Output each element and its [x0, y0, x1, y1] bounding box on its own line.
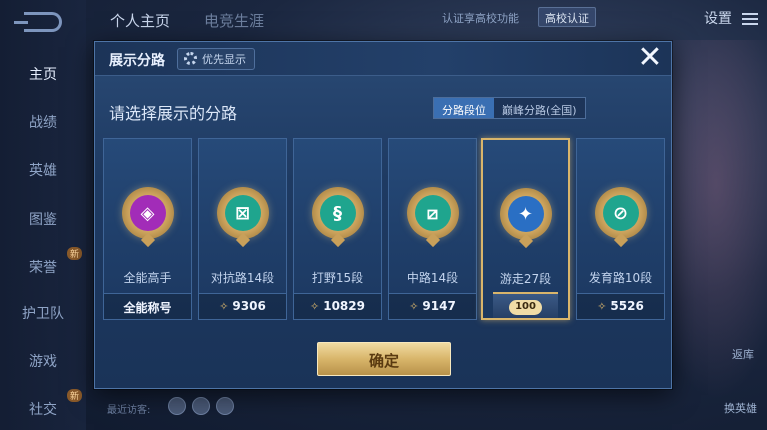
avatar[interactable] [168, 397, 186, 415]
nav-item-stats[interactable]: 战绩 [0, 112, 86, 132]
side-label-return[interactable]: 返库 [732, 346, 754, 362]
lane-footer: ✧ 10829 [294, 293, 381, 319]
points-icon: ✧ [409, 300, 419, 313]
lane-card[interactable]: § 打野15段 ✧ 10829 [293, 138, 382, 320]
lane-label: 中路14段 [406, 271, 459, 285]
slash-square-icon: ⧄ [414, 195, 451, 231]
new-badge: 新 [66, 247, 82, 260]
lane-points: 10829 [323, 299, 365, 313]
dialog-header: 展示分路 优先显示 ✕ [95, 42, 671, 76]
nav-item-social[interactable]: 社交 新 [0, 389, 86, 419]
tab-profile[interactable]: 个人主页 [110, 10, 170, 31]
lane-label: 发育路10段 [588, 271, 653, 285]
lane-points: 9306 [232, 299, 266, 313]
top-bar: 个人主页 电竞生涯 认证享高校功能 高校认证 [86, 0, 767, 34]
priority-display-label: 优先显示 [202, 53, 246, 66]
avatar[interactable] [192, 397, 210, 415]
left-navigation: 主页 战绩 英雄 图鉴 荣誉 新 护卫队 游戏 社交 新 [0, 0, 86, 430]
lane-badge: ⧄ [406, 187, 459, 248]
lane-points: 5526 [610, 299, 644, 313]
nav-item-games[interactable]: 游戏 [0, 351, 86, 371]
nav-item-social-label: 社交 [29, 402, 57, 418]
campus-verify-button[interactable]: 高校认证 [538, 7, 596, 27]
side-label-change-hero[interactable]: 换英雄 [724, 400, 757, 416]
lane-label: 打野15段 [311, 271, 364, 285]
dragon-icon: § [319, 195, 356, 231]
recent-visitors-label: 最近访客: [107, 405, 151, 416]
lane-card[interactable]: ⊠ 对抗路14段 ✧ 9306 [198, 138, 287, 320]
lane-badge: ✦ [499, 188, 552, 249]
lane-card[interactable]: ⧄ 中路14段 ✧ 9147 [388, 138, 477, 320]
lane-footer: ✧ 9306 [199, 293, 286, 319]
nav-item-home[interactable]: 主页 [0, 64, 86, 84]
rank-number: 100 [509, 300, 542, 315]
nav-item-codex[interactable]: 图鉴 [0, 209, 86, 229]
priority-display-button[interactable]: 优先显示 [177, 48, 255, 70]
points-icon: ✧ [310, 300, 320, 313]
square-diamond-icon: ◈ [129, 195, 166, 231]
wings-icon: ✦ [507, 196, 544, 232]
lane-card[interactable]: ⊘ 发育路10段 ✧ 5526 [576, 138, 665, 320]
nav-item-honor-label: 荣誉 [29, 260, 57, 276]
points-icon: ✧ [597, 300, 607, 313]
points-icon: ✧ [219, 300, 229, 313]
tab-esports[interactable]: 电竞生涯 [204, 10, 264, 31]
tab-peak-lane[interactable]: 巅峰分路(全国) [494, 98, 585, 118]
rank-ribbon: 100 [493, 292, 558, 318]
lane-display-dialog: 展示分路 优先显示 ✕ 请选择展示的分路 分路段位 巅峰分路(全国) ◈ 全能高… [94, 41, 672, 389]
lane-footer: ✧ 9147 [389, 293, 476, 319]
segment-control: 分路段位 巅峰分路(全国) [433, 97, 586, 119]
menu-icon[interactable] [742, 18, 758, 20]
lane-card-selected[interactable]: ✦ 游走27段 100 [481, 138, 570, 320]
confirm-button[interactable]: 确定 [317, 342, 451, 376]
settings-button[interactable]: 设置 [704, 8, 732, 28]
nav-item-heroes[interactable]: 英雄 [0, 160, 86, 180]
lane-badge: ⊠ [216, 187, 269, 248]
lane-badge: ⊘ [594, 187, 647, 248]
lane-points: 9147 [422, 299, 456, 313]
gear-icon [184, 52, 197, 65]
lane-footer: 全能称号 [104, 293, 191, 319]
lane-badge: ◈ [121, 187, 174, 248]
nav-item-guard[interactable]: 护卫队 [0, 303, 86, 323]
dialog-subtitle: 请选择展示的分路 [109, 104, 238, 123]
tab-lane-rank[interactable]: 分路段位 [434, 98, 494, 118]
crossed-square-icon: ⊠ [224, 195, 261, 231]
circle-slash-icon: ⊘ [602, 195, 639, 231]
avatar[interactable] [216, 397, 234, 415]
lane-badge: § [311, 187, 364, 248]
lane-label: 游走27段 [499, 272, 552, 286]
lane-card-list: ◈ 全能高手 全能称号 ⊠ 对抗路14段 ✧ 9306 § 打野15段 ✧ 10… [103, 138, 665, 320]
new-badge: 新 [66, 389, 82, 402]
close-icon[interactable]: ✕ [635, 43, 665, 74]
nav-item-honor[interactable]: 荣誉 新 [0, 247, 86, 277]
lane-footer: ✧ 5526 [577, 293, 664, 319]
campus-hint: 认证享高校功能 [442, 12, 519, 25]
lane-label: 全能高手 [123, 271, 172, 285]
dialog-title: 展示分路 [109, 53, 165, 69]
lane-label: 对抗路14段 [210, 271, 275, 285]
lane-card[interactable]: ◈ 全能高手 全能称号 [103, 138, 192, 320]
game-logo-icon[interactable] [14, 12, 62, 32]
